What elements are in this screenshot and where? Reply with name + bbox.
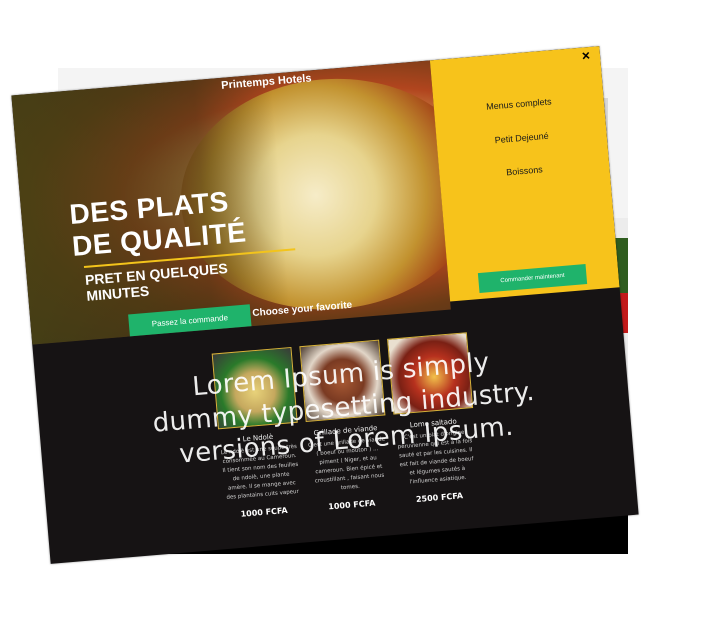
dish-price: 1000 FCFA [240,505,288,519]
menu-item-petit-dejeune[interactable]: Petit Dejeuné [437,126,607,150]
menu-item-menus-complets[interactable]: Menus complets [434,92,604,116]
lorem-overlay-text: Lorem Ipsum is simply dummy typesetting … [105,339,582,477]
side-menu: × Menus complets Petit Dejeuné Boissons … [429,46,620,302]
dish-price: 2500 FCFA [415,491,464,505]
close-icon[interactable]: × [581,47,590,64]
order-now-button[interactable]: Commander maintenant [477,264,588,294]
menu-item-boissons[interactable]: Boissons [439,159,609,183]
dish-price: 1000 FCFA [327,498,376,512]
website-preview-card: Printemps Hotels DES PLATS DE QUALITÉ PR… [11,46,639,564]
hero-banner: Printemps Hotels DES PLATS DE QUALITÉ PR… [11,60,451,345]
